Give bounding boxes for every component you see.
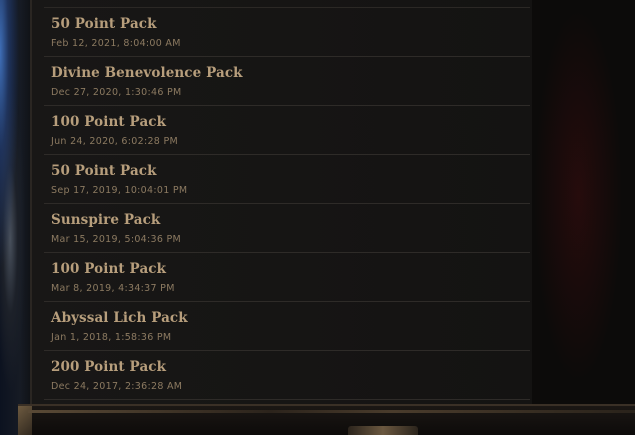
purchase-name: Divine Benevolence Pack [51, 65, 243, 81]
background-art [0, 0, 34, 435]
purchase-item[interactable]: 100 Point Pack Jun 24, 2020, 6:02:28 PM [44, 106, 530, 155]
purchase-name: 100 Point Pack [51, 114, 167, 130]
purchase-item[interactable]: 50 Point Pack Feb 12, 2021, 8:04:00 AM [44, 8, 530, 57]
purchase-date: Jun 24, 2020, 6:02:28 PM [51, 136, 178, 147]
purchase-name: 50 Point Pack [51, 16, 157, 32]
purchase-date: Mar 15, 2019, 5:04:36 PM [51, 234, 182, 245]
purchase-name: 100 Point Pack [51, 261, 167, 277]
purchase-item[interactable]: 200 Point Pack Dec 24, 2017, 2:36:28 AM [44, 351, 530, 400]
purchase-history-screen: 50 Point Pack Feb 12, 2021, 8:04:00 AM D… [0, 0, 635, 435]
side-panel [532, 0, 635, 435]
purchase-date: Jan 1, 2018, 1:58:36 PM [51, 332, 172, 343]
purchase-item[interactable]: Divine Benevolence Pack Dec 27, 2020, 1:… [44, 57, 530, 106]
purchase-date: Dec 27, 2020, 1:30:46 PM [51, 87, 182, 98]
border-trim [28, 410, 635, 413]
purchase-name: 50 Point Pack [51, 163, 157, 179]
purchase-list: 50 Point Pack Feb 12, 2021, 8:04:00 AM D… [44, 7, 530, 400]
purchase-item[interactable]: Abyssal Lich Pack Jan 1, 2018, 1:58:36 P… [44, 302, 530, 351]
purchase-name: Sunspire Pack [51, 212, 161, 228]
purchase-date: Sep 17, 2019, 10:04:01 PM [51, 185, 188, 196]
purchase-date: Mar 8, 2019, 4:34:37 PM [51, 283, 175, 294]
purchase-item[interactable]: 50 Point Pack Sep 17, 2019, 10:04:01 PM [44, 155, 530, 204]
purchase-name: 200 Point Pack [51, 359, 167, 375]
purchase-date: Dec 24, 2017, 2:36:28 AM [51, 381, 183, 392]
panel-bottom-border [18, 404, 635, 435]
center-ornament [348, 426, 418, 435]
purchase-item[interactable]: Sunspire Pack Mar 15, 2019, 5:04:36 PM [44, 204, 530, 253]
purchase-item[interactable]: 100 Point Pack Mar 8, 2019, 4:34:37 PM [44, 253, 530, 302]
purchase-date: Feb 12, 2021, 8:04:00 AM [51, 38, 181, 49]
purchase-name: Abyssal Lich Pack [51, 310, 188, 326]
